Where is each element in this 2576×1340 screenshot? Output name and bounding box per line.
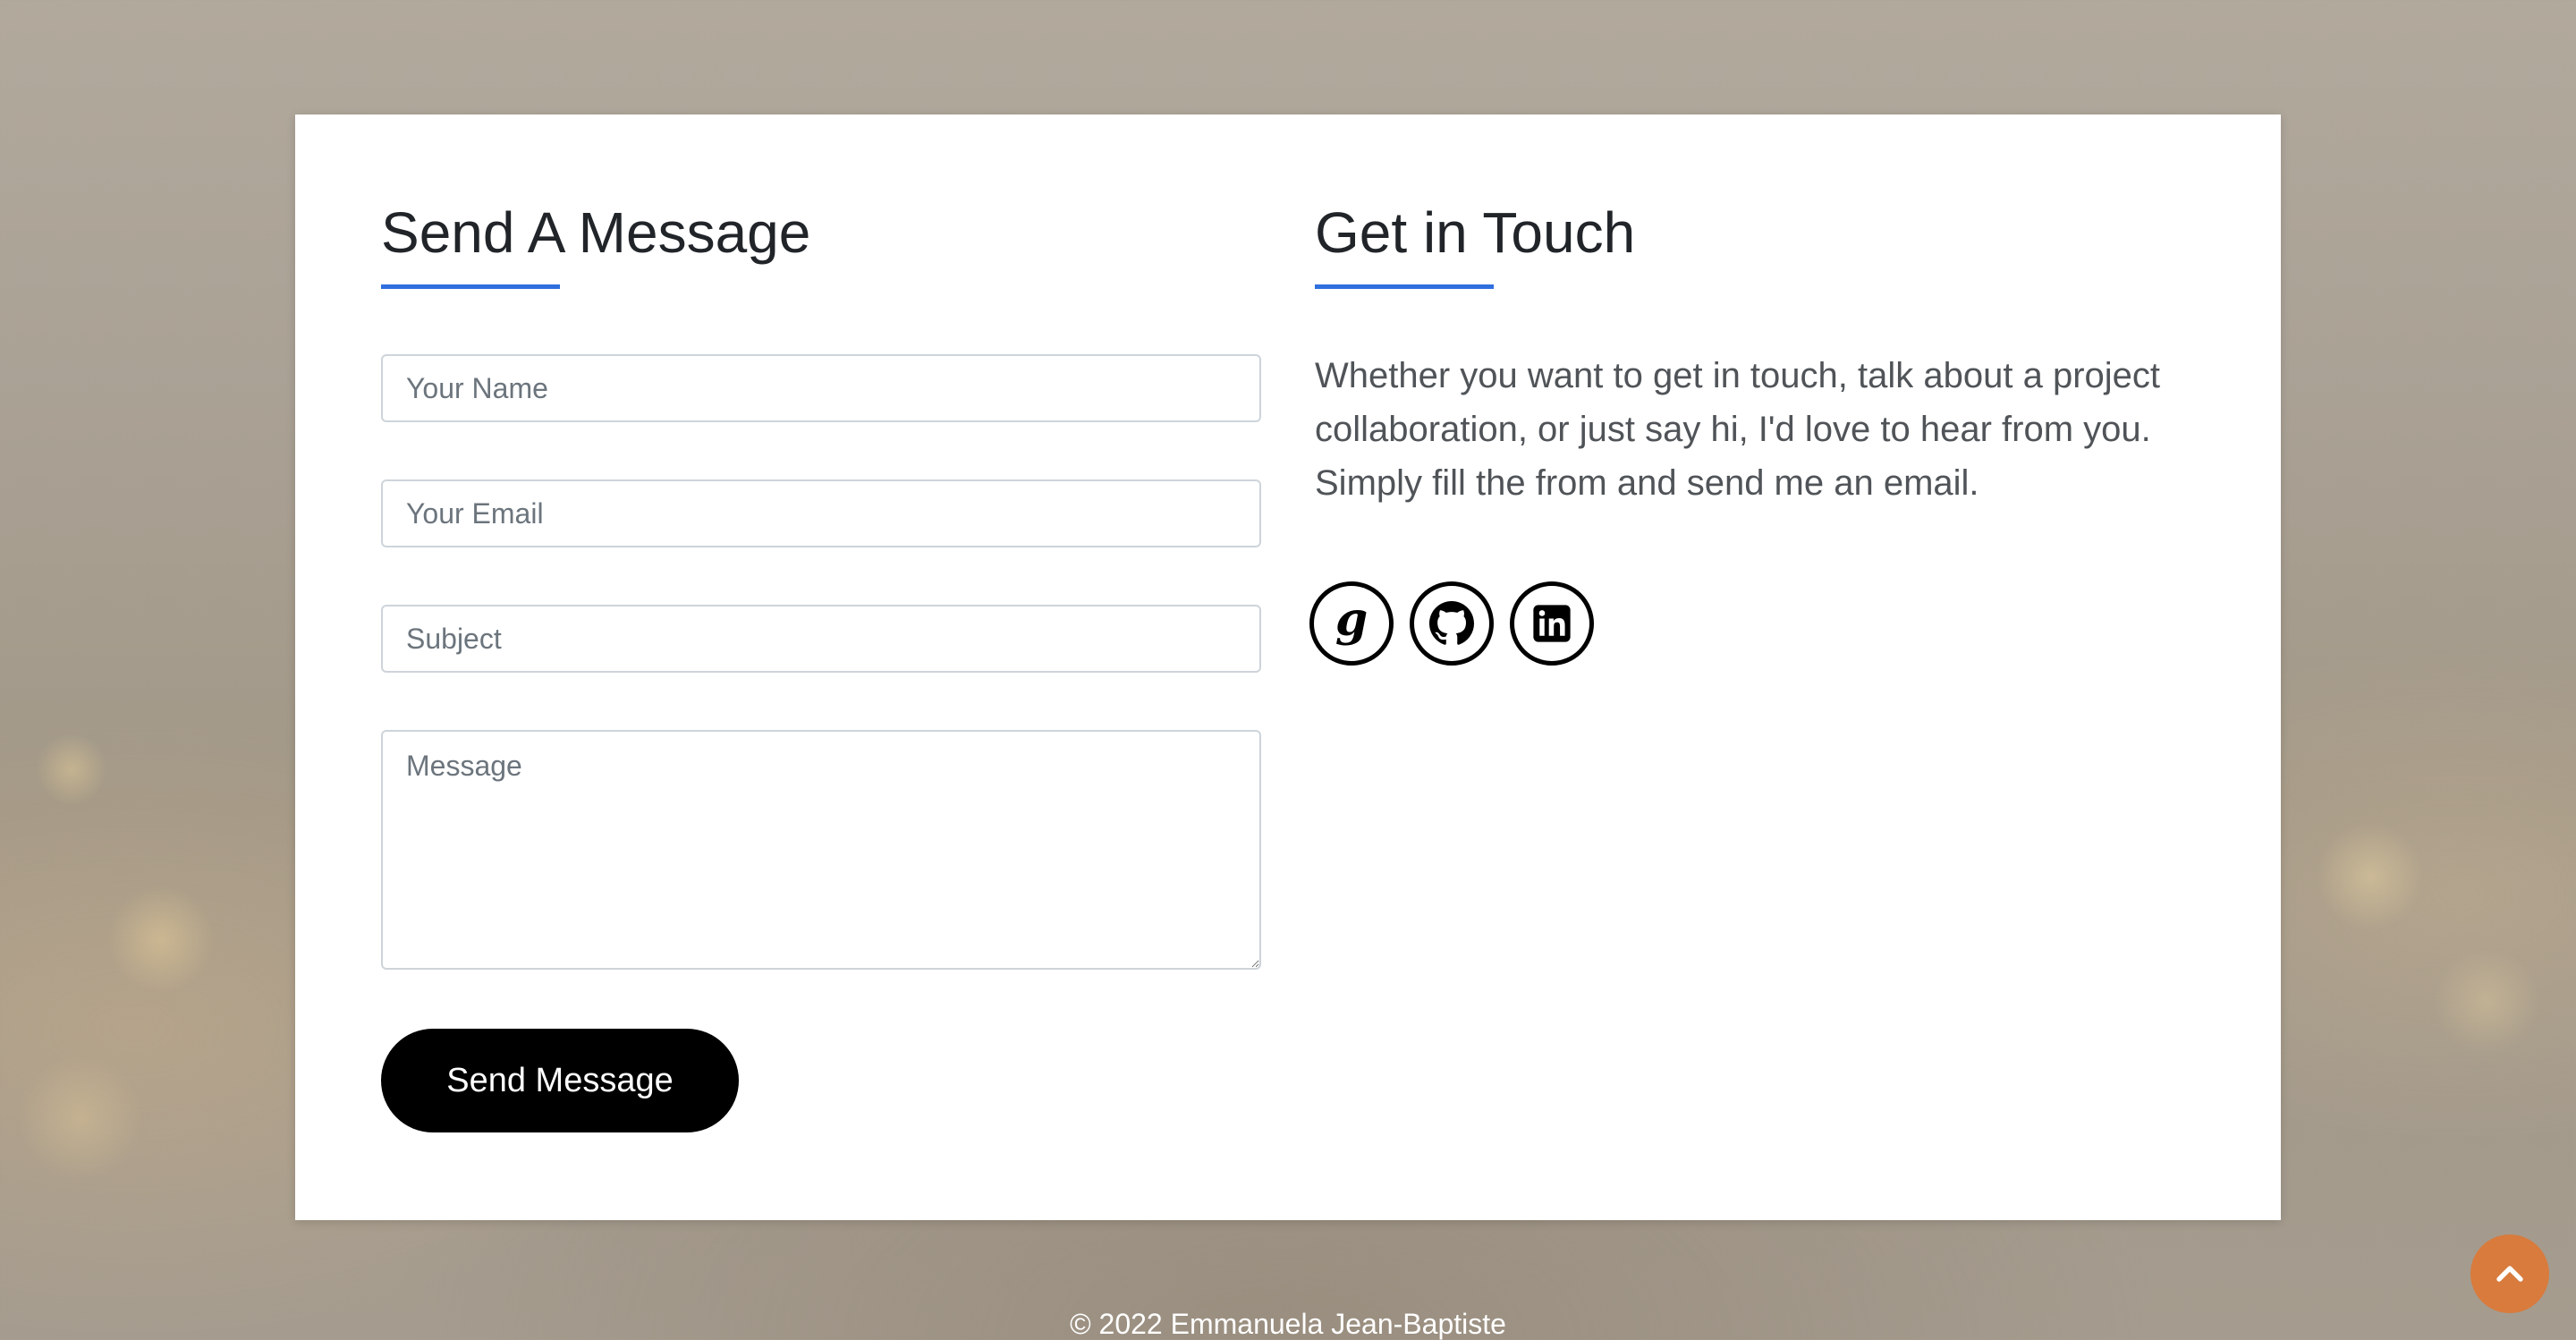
google-link[interactable]: g (1309, 581, 1394, 666)
linkedin-link[interactable] (1510, 581, 1594, 666)
github-link[interactable] (1410, 581, 1494, 666)
send-message-title: Send A Message (381, 200, 811, 265)
get-in-touch-title: Get in Touch (1315, 200, 1636, 265)
github-icon (1429, 601, 1474, 645)
scroll-to-top-button[interactable] (2470, 1234, 2549, 1313)
linkedin-icon (1533, 605, 1571, 642)
footer-copyright: © 2022 Emmanuela Jean-Baptiste (1070, 1308, 1506, 1340)
chevron-up-icon (2496, 1266, 2523, 1282)
title-underline (1315, 284, 1494, 289)
title-underline (381, 284, 560, 289)
message-textarea[interactable] (381, 730, 1261, 970)
social-links: g (1309, 581, 1594, 666)
name-input[interactable] (381, 354, 1261, 422)
email-input[interactable] (381, 479, 1261, 547)
contact-card: Send A Message Send Message Get in Touch… (295, 114, 2281, 1220)
intro-text: Whether you want to get in touch, talk a… (1315, 356, 2160, 503)
subject-input[interactable] (381, 605, 1261, 673)
send-message-button[interactable]: Send Message (381, 1029, 739, 1132)
google-icon: g (1335, 592, 1368, 647)
